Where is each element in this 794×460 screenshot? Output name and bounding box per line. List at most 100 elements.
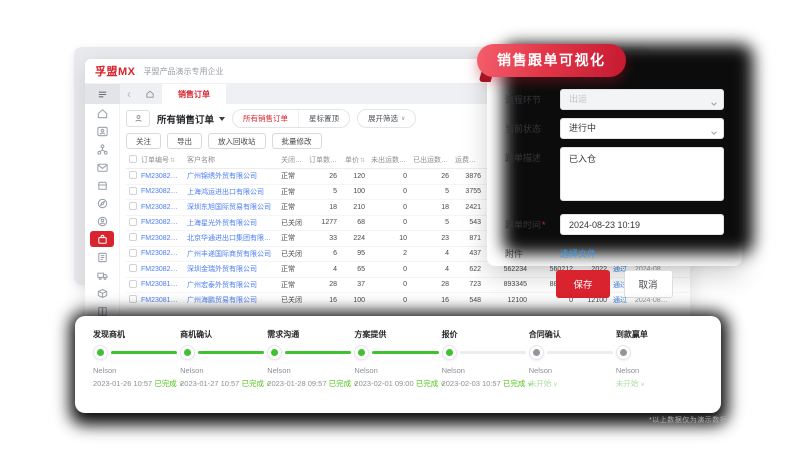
chevron-down-icon: ∨ [640,382,644,388]
unshipped-qty: 0 [368,281,410,288]
order-no-link[interactable]: FM230816001 [138,281,184,288]
tracking-time-input[interactable] [560,214,724,235]
step-connector [547,351,613,354]
view-title[interactable]: 所有销售订单 [157,112,214,126]
step-title: 到款赢单 [616,329,703,340]
back-chevron-icon[interactable]: ‹ [120,84,138,104]
column-header-qty[interactable]: 订单数量⇅ [306,155,340,165]
order-no-link[interactable]: FM230814001 [138,297,184,304]
customer-link[interactable]: 广州海鹏贸易有限公司 [184,295,278,305]
row-checkbox[interactable] [129,295,137,303]
shipped-qty: 4 [410,250,452,257]
order-no-link[interactable]: FM230821002 [138,250,184,257]
action-button[interactable]: 导出 [167,133,202,149]
step-status[interactable]: 未开始 ∨ [616,379,645,388]
customer-link[interactable]: 上海鸿运进出口有限公司 [184,187,278,197]
action-button[interactable]: 批量修改 [272,133,322,149]
save-button[interactable]: 保存 [556,270,609,298]
step-owner: Nelson [529,366,616,375]
select-all-checkbox[interactable] [129,155,137,163]
order-no-link[interactable]: FM230822001 [138,219,184,226]
segment-option[interactable]: 星标置顶 [298,110,349,127]
shipped-qty: 28 [410,281,452,288]
column-header-unshipped[interactable]: 未出运数量⇅ [368,155,410,165]
view-switcher-button[interactable] [126,110,150,127]
customer-link[interactable]: 广州丰递国际商贸有限公司 [184,249,278,259]
customer-link[interactable]: 广州锦绣外贸有限公司 [184,171,278,181]
step-status[interactable]: 未开始 ∨ [529,379,558,388]
freight-total: 548 [452,297,484,304]
row-checkbox[interactable] [129,202,137,210]
customer-link[interactable]: 北京华通进出口集团有限公司 [184,233,278,243]
shipped-qty: 23 [410,235,452,242]
row-checkbox[interactable] [129,264,137,272]
step-status[interactable]: 已完成 ∨ [329,379,358,388]
customer-link[interactable]: 上海星光外贸有限公司 [184,218,278,228]
order-no-link[interactable]: FM230822002 [138,204,184,211]
step-node-dot [184,349,191,356]
store-icon[interactable] [85,177,120,195]
step-status[interactable]: 已完成 ∨ [241,379,270,388]
step-date: 2023-01-26 10:57 [93,379,154,388]
shipped-qty: 18 [410,204,452,211]
column-header-close-status[interactable]: 关闭状态 [278,155,306,165]
documents-icon[interactable] [85,248,120,266]
step-status[interactable]: 已完成 ∨ [416,379,445,388]
order-no-link[interactable]: FM230821001 [138,266,184,273]
freight-total: 543 [452,219,484,226]
step-owner: Nelson [267,366,354,375]
stage-select[interactable]: 出运 [560,89,724,110]
home-icon[interactable] [85,105,120,123]
customer-link[interactable]: 深圳金瑞外贸有限公司 [184,264,278,274]
timeline-step: 报价 Nelson 2023-02-03 10:57 已完成 ∨ [442,329,529,413]
close-status: 已关闭 [278,218,306,228]
customer-link[interactable]: 深圳东旭国际贸易有限公司 [184,202,278,212]
column-header-price[interactable]: 单价⇅ [340,155,368,165]
column-header-shipped[interactable]: 已出运数量⇅ [410,155,452,165]
row-checkbox[interactable] [129,218,137,226]
choose-file-link[interactable]: 选择文件 [560,243,596,260]
order-no-link[interactable]: FM230825001 [138,188,184,195]
sidebar [85,104,120,320]
org-structure-icon[interactable] [85,141,120,159]
segment-option[interactable]: 所有销售订单 [233,110,298,127]
row-checkbox[interactable] [129,187,137,195]
row-checkbox[interactable] [129,280,137,288]
contacts-icon[interactable] [85,123,120,141]
chevron-down-icon: ∨ [553,382,557,388]
step-status[interactable]: 已完成 ∨ [154,379,183,388]
customer-link[interactable]: 广州宏泰外贸有限公司 [184,280,278,290]
description-textarea[interactable]: 已入仓 [560,147,724,201]
expand-filter-button[interactable]: 展开筛选 ∨ [357,109,416,128]
freight-total: 2421 [452,204,484,211]
action-button[interactable]: 放入回收站 [208,133,266,149]
menu-icon[interactable] [85,84,120,104]
field-label-description: 跟单描述 [505,147,560,164]
step-status[interactable]: 已完成 ∨ [503,379,532,388]
home-icon[interactable] [138,84,162,104]
column-header-customer[interactable]: 客户名称 [184,155,278,165]
status-select[interactable]: 进行中 [560,118,724,139]
account-icon[interactable] [85,212,120,230]
tab-sales-orders[interactable]: 销售订单 [162,84,226,104]
column-header-freight[interactable]: 运费合计 [452,155,484,165]
action-button[interactable]: 关注 [126,133,161,149]
row-checkbox[interactable] [129,171,137,179]
shipped-qty: 4 [410,266,452,273]
products-icon[interactable] [85,284,120,302]
order-no-link[interactable]: FM230821003 [138,235,184,242]
caret-down-icon [219,117,225,121]
compass-icon[interactable] [85,195,120,213]
shipped-qty: 16 [410,297,452,304]
logistics-icon[interactable] [85,266,120,284]
orders-icon[interactable] [90,231,114,247]
step-node-dot [620,349,627,356]
cancel-button[interactable]: 取消 [624,270,673,298]
row-checkbox[interactable] [129,233,137,241]
mail-icon[interactable] [85,159,120,177]
row-checkbox[interactable] [129,249,137,257]
step-date: 2023-01-27 10:57 [180,379,241,388]
order-no-link[interactable]: FM230826001 [138,173,184,180]
freight-total: 3755 [452,188,484,195]
column-header-order-no[interactable]: 订单编号⇅ [138,155,184,165]
